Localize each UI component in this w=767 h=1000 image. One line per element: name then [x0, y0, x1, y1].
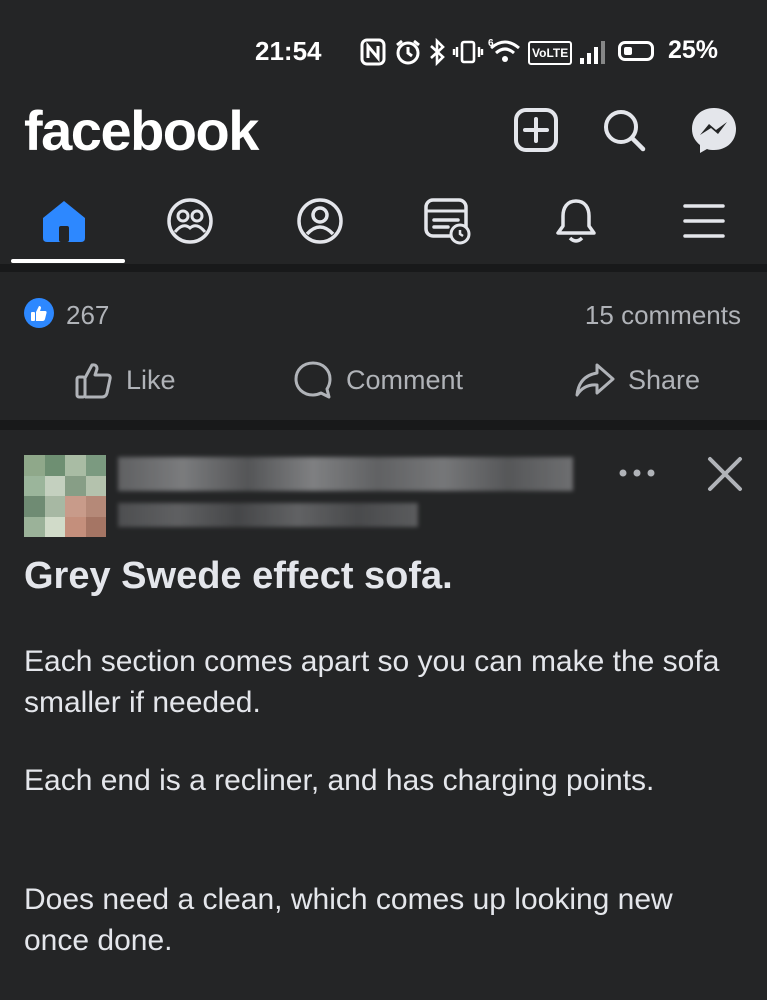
comment-button[interactable]: Comment [292, 356, 463, 404]
create-post-button[interactable] [510, 104, 562, 156]
messenger-icon [692, 108, 736, 153]
feed-divider [0, 264, 767, 272]
like-button[interactable]: Like [74, 356, 176, 404]
reaction-count: 267 [66, 300, 110, 330]
like-reaction-icon [24, 298, 54, 328]
volte-label: VoLTE [532, 46, 569, 60]
tab-friends[interactable] [130, 180, 250, 262]
post-title: Grey Swede effect sofa. [24, 555, 453, 597]
post-meta-redacted [118, 503, 418, 527]
search-icon [604, 110, 646, 152]
post-actions: Like Comment Share [0, 350, 767, 410]
home-icon [43, 201, 85, 242]
share-label: Share [628, 364, 701, 395]
comment-label: Comment [346, 364, 464, 395]
tab-home[interactable] [4, 180, 125, 263]
active-tab-indicator [11, 259, 125, 263]
nfc-icon [360, 38, 386, 66]
bluetooth-icon [430, 38, 445, 66]
share-button[interactable]: Share [574, 356, 700, 404]
status-icons: 6 VoLTE [360, 36, 610, 66]
comment-bubble-icon [294, 361, 332, 399]
like-label: Like [126, 364, 176, 395]
volte-icon: VoLTE [528, 41, 573, 65]
share-arrow-icon [575, 363, 615, 397]
vibrate-icon [452, 40, 484, 64]
tab-profile[interactable] [260, 180, 380, 262]
comment-count[interactable]: 15 comments [585, 300, 741, 331]
plus-square-icon [514, 108, 558, 152]
thumbs-up-icon [75, 363, 112, 399]
tab-menu[interactable] [644, 180, 764, 262]
post-paragraph: Each end is a recliner, and has charging… [24, 764, 655, 797]
messenger-button[interactable] [688, 104, 740, 156]
tab-video[interactable] [388, 180, 508, 262]
author-name-redacted[interactable] [118, 457, 573, 491]
post-separator [0, 420, 767, 430]
close-icon [708, 457, 742, 491]
video-feed-icon [424, 198, 471, 245]
friends-icon [167, 198, 213, 244]
status-bar: 21:54 6 VoLTE 25% [0, 0, 767, 90]
post-header [0, 445, 767, 545]
more-options-button[interactable] [612, 453, 662, 493]
app-header: facebook [0, 90, 767, 170]
facebook-logo[interactable]: facebook [24, 98, 259, 163]
post-paragraph: Each section comes apart so you can make… [24, 645, 720, 719]
signal-icon [580, 41, 605, 64]
post-paragraph: Does need a clean, which comes up lookin… [24, 883, 673, 957]
battery-icon [618, 41, 654, 61]
search-button[interactable] [598, 104, 650, 156]
hamburger-menu-icon [683, 204, 725, 238]
profile-icon [297, 198, 343, 244]
battery-percent: 25% [668, 36, 719, 64]
tab-notifications[interactable] [516, 180, 636, 262]
status-time: 21:54 [255, 36, 322, 66]
more-dots-icon [619, 469, 655, 477]
bell-icon [556, 199, 596, 243]
main-nav [0, 180, 767, 266]
hide-post-button[interactable] [700, 449, 750, 499]
wifi-icon: 6 [488, 38, 520, 62]
alarm-icon [396, 39, 420, 65]
author-avatar[interactable] [24, 455, 106, 537]
svg-text:6: 6 [488, 38, 494, 49]
post-reactions-summary[interactable]: 267 15 comments [0, 290, 767, 336]
